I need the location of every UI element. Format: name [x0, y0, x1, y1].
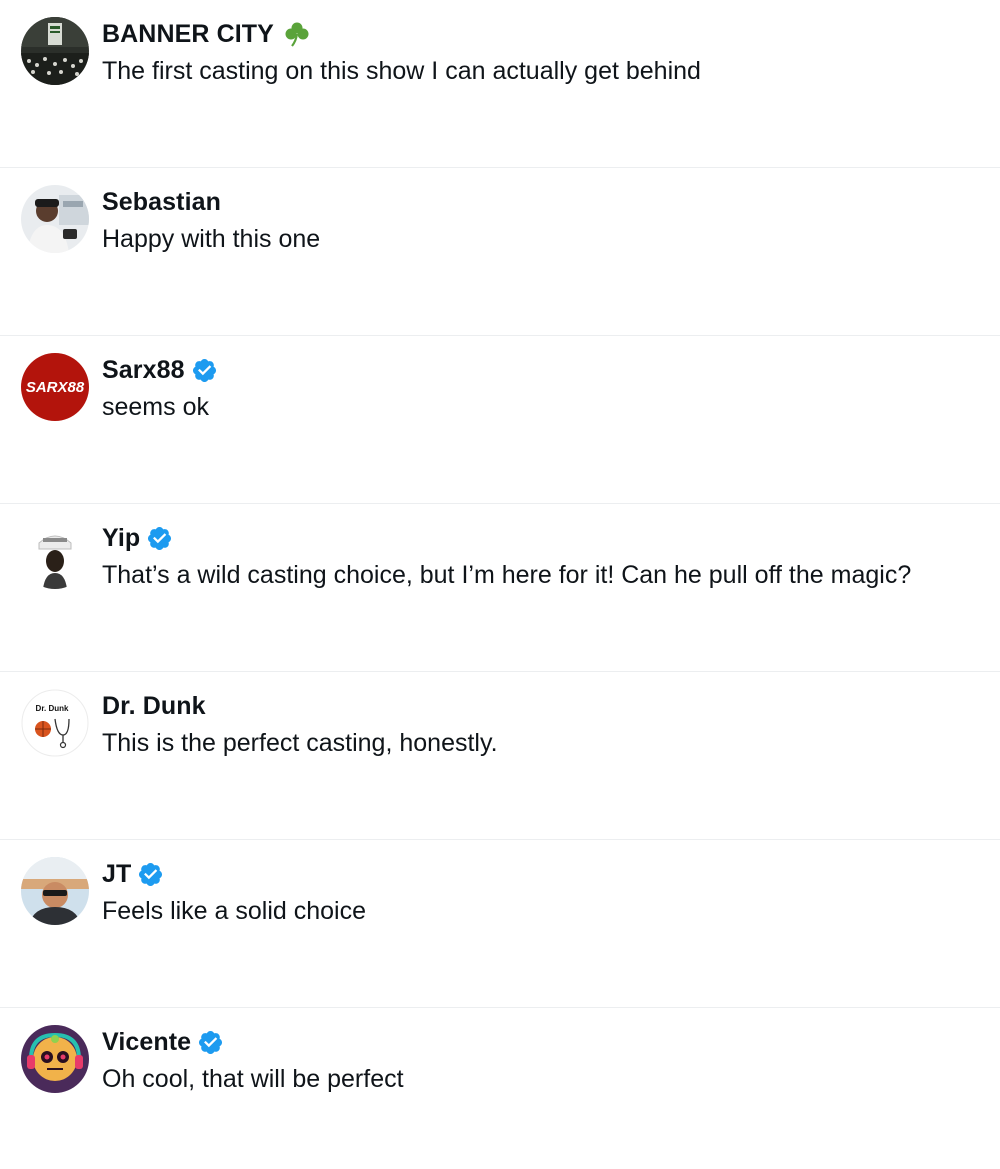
avatar[interactable] — [21, 17, 89, 85]
author-row: Dr. Dunk — [102, 689, 206, 723]
avatar[interactable]: SARX88 — [21, 353, 89, 421]
author-row: Sarx88 — [102, 353, 218, 387]
author-name[interactable]: JT — [102, 860, 131, 889]
avatar[interactable] — [21, 1025, 89, 1093]
author-row: BANNER CITY — [102, 17, 312, 51]
avatar-logo-text: SARX88 — [26, 379, 85, 396]
verified-badge-icon — [137, 861, 164, 888]
author-name[interactable]: Yip — [102, 524, 140, 553]
avatar[interactable] — [21, 185, 89, 253]
reply-text: That’s a wild casting choice, but I’m he… — [102, 561, 912, 589]
reply-item[interactable]: Vicente Oh cool, that will be perfect — [0, 1008, 1000, 1168]
reply-text: Oh cool, that will be perfect — [102, 1065, 404, 1093]
author-row: Yip — [102, 521, 173, 555]
avatar[interactable]: Dr. Dunk — [21, 689, 89, 757]
reply-item[interactable]: JT Feels like a solid choice — [0, 840, 1000, 1008]
verified-badge-icon — [146, 525, 173, 552]
verified-badge-icon — [191, 357, 218, 384]
reply-text: This is the perfect casting, honestly. — [102, 729, 498, 757]
avatar[interactable] — [21, 857, 89, 925]
author-name[interactable]: Dr. Dunk — [102, 692, 206, 721]
author-name[interactable]: Sarx88 — [102, 356, 185, 385]
reply-item[interactable]: Dr. Dunk Dr. Dunk This is the perfect ca… — [0, 672, 1000, 840]
reply-item[interactable]: SARX88 Sarx88 seems ok — [0, 336, 1000, 504]
reply-item[interactable]: Yip That’s a wild casting choice, but I’… — [0, 504, 1000, 672]
reply-text: Happy with this one — [102, 225, 321, 253]
reply-item[interactable]: Sebastian Happy with this one — [0, 168, 1000, 336]
avatar-logo-text: Dr. Dunk — [36, 704, 69, 713]
reply-item[interactable]: BANNER CITY The first casting on this sh… — [0, 0, 1000, 168]
author-name[interactable]: Vicente — [102, 1028, 191, 1057]
author-row: Sebastian — [102, 185, 221, 219]
reply-text: seems ok — [102, 393, 209, 421]
author-row: Vicente — [102, 1025, 224, 1059]
reply-feed: BANNER CITY The first casting on this sh… — [0, 0, 1000, 1168]
avatar[interactable] — [21, 521, 89, 589]
reply-text: Feels like a solid choice — [102, 897, 367, 925]
shamrock-icon — [282, 19, 312, 49]
author-name[interactable]: Sebastian — [102, 188, 221, 217]
author-row: JT — [102, 857, 164, 891]
verified-badge-icon — [197, 1029, 224, 1056]
author-name[interactable]: BANNER CITY — [102, 20, 274, 49]
reply-text: The first casting on this show I can act… — [102, 57, 701, 85]
